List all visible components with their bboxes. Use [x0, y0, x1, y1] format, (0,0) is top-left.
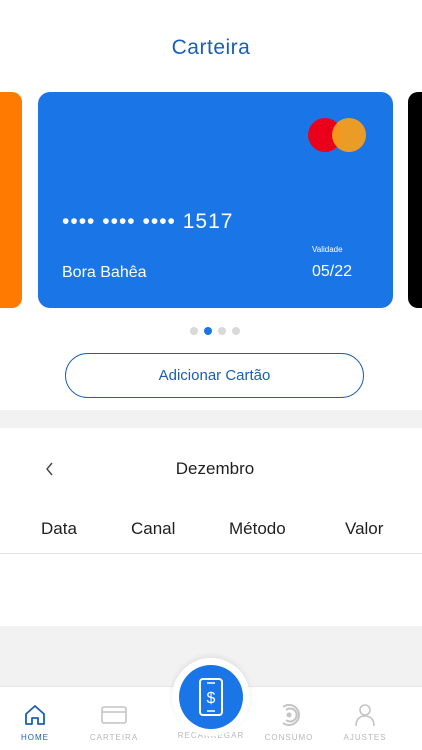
card-validity-date: 05/22 — [312, 263, 353, 280]
pagination-dot-active[interactable] — [204, 327, 212, 335]
month-selector: Dezembro — [0, 445, 422, 495]
card-validity-label: Validade — [312, 245, 343, 254]
page-title: Carteira — [171, 36, 251, 59]
svg-text:$: $ — [207, 690, 216, 707]
column-header-valor: Valor — [345, 519, 384, 538]
history-table-header: Data Canal Método Valor — [0, 519, 422, 541]
consumption-icon — [282, 704, 300, 726]
recharge-button[interactable]: $ — [172, 658, 250, 736]
pagination-dot[interactable] — [232, 327, 240, 335]
tab-home-label: HOME — [21, 733, 49, 742]
tab-carteira-label: CARTEIRA — [89, 733, 139, 742]
card-holder-name: Bora Bahêa — [62, 264, 147, 281]
tab-consumo[interactable]: CONSUMO — [254, 687, 324, 750]
mastercard-icon — [308, 118, 366, 152]
tab-ajustes[interactable]: AJUSTES — [330, 687, 400, 750]
column-header-canal: Canal — [131, 519, 176, 538]
section-separator — [0, 410, 422, 428]
phone-dollar-icon: $ — [199, 678, 223, 716]
next-card-peek[interactable] — [408, 92, 422, 308]
tab-ajustes-label: AJUSTES — [343, 733, 387, 742]
pagination-dot[interactable] — [190, 327, 198, 335]
carousel-pagination — [190, 327, 240, 335]
column-header-metodo: Método — [229, 519, 286, 538]
card-number: •••• •••• •••• 1517 — [62, 210, 234, 233]
tab-consumo-label: CONSUMO — [264, 733, 314, 742]
card-icon — [101, 706, 127, 724]
add-card-button[interactable]: Adicionar Cartão — [65, 353, 364, 398]
column-header-data: Data — [41, 519, 77, 538]
month-label: Dezembro — [175, 459, 255, 478]
home-icon — [25, 705, 45, 725]
previous-card-peek[interactable] — [0, 92, 22, 308]
table-divider — [0, 553, 422, 554]
pagination-dot[interactable] — [218, 327, 226, 335]
tab-carteira[interactable]: CARTEIRA — [79, 687, 149, 750]
user-icon — [355, 704, 375, 727]
wallet-card[interactable]: •••• •••• •••• 1517 Bora Bahêa Validade … — [38, 92, 393, 308]
tab-home[interactable]: HOME — [0, 687, 70, 750]
